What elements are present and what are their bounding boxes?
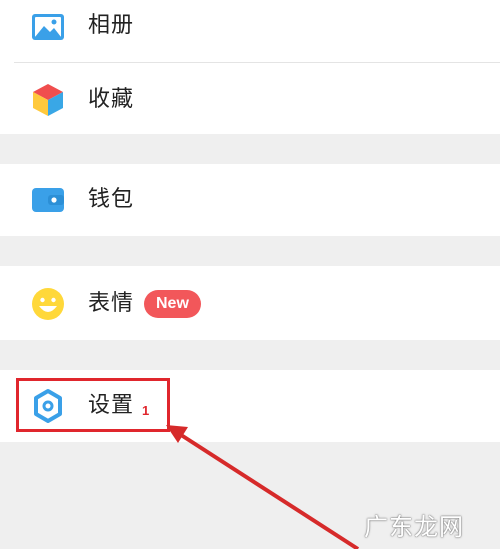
album-icon [32, 14, 64, 40]
menu-section-2: 钱包 [0, 164, 500, 236]
wallet-label: 钱包 [88, 187, 135, 212]
favorites-cube-icon [33, 84, 63, 116]
smiley-icon [32, 288, 64, 320]
watermark: 广东龙网 [364, 513, 464, 541]
menu-section-1: 相册 收藏 [0, 0, 500, 134]
step-number: 1 [142, 403, 150, 418]
menu-item-album[interactable]: 相册 [0, 0, 500, 60]
album-label: 相册 [88, 13, 135, 38]
favorites-label: 收藏 [88, 87, 135, 112]
menu-section-3: 表情 New [0, 266, 500, 340]
new-badge: New [144, 290, 201, 318]
menu-item-stickers[interactable]: 表情 New [0, 268, 500, 338]
stickers-label: 表情 [88, 291, 135, 316]
divider [14, 62, 500, 63]
menu-item-favorites[interactable]: 收藏 [0, 64, 500, 134]
wallet-icon [32, 188, 64, 212]
menu-item-wallet[interactable]: 钱包 [0, 164, 500, 234]
